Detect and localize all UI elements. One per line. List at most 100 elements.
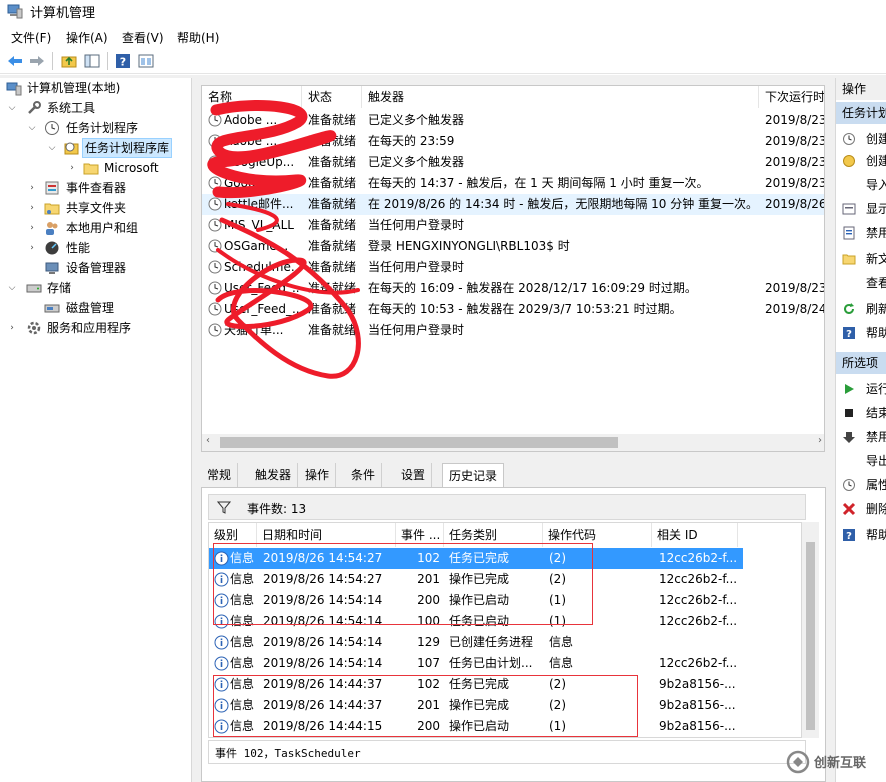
task-next-run: 2019/8/23: [765, 113, 825, 127]
menu-action[interactable]: 操作(A): [66, 29, 108, 46]
back-arrow-icon[interactable]: [5, 51, 25, 71]
action-item-label: 创建任务...: [866, 154, 886, 168]
tree-performance-label: 性能: [66, 241, 91, 255]
tab-conditions[interactable]: 条件: [345, 463, 383, 487]
history-related-id: 12cc26b2-f...: [659, 551, 738, 565]
computer-management-icon: [7, 4, 23, 19]
scroll-thumb[interactable]: [806, 542, 815, 730]
action-item[interactable]: ? 帮助: [836, 322, 886, 344]
event-detail-title: 事件 102，TaskScheduler: [215, 747, 361, 760]
redaction-scribble: [207, 100, 361, 379]
action-item-label: 帮助: [866, 326, 886, 340]
scroll-thumb[interactable]: [220, 437, 618, 448]
task-next-run: 2019/8/26: [765, 197, 825, 211]
chevron-right-icon[interactable]: ›: [26, 178, 38, 198]
history-category: 已创建任务进程: [449, 635, 534, 649]
action-item[interactable]: 创建任务...: [836, 150, 886, 172]
column-header-trigger[interactable]: 触发器: [362, 86, 759, 108]
action-item[interactable]: 导入任务...: [836, 174, 886, 196]
history-row[interactable]: 信息 2019/8/26 14:54:14 107 任务已由计划... 信息 12cc26…: [209, 653, 801, 674]
column-header-next-run[interactable]: 下次运行时: [759, 86, 824, 108]
annotation-box-2: [213, 675, 638, 737]
action-item[interactable]: 禁用: [836, 426, 886, 448]
tree-event-viewer-label: 事件查看器: [66, 181, 127, 195]
action-item-label: 新文件夹...: [866, 252, 886, 266]
menu-help[interactable]: 帮助(H): [177, 29, 219, 46]
chevron-right-icon[interactable]: ›: [26, 218, 38, 238]
history-row[interactable]: 信息 2019/8/26 14:54:14 129 已创建任务进程 信息: [209, 632, 801, 653]
action-item-label: 属性: [866, 478, 886, 492]
action-item[interactable]: 属性: [836, 474, 886, 496]
chevron-down-icon[interactable]: ⌵: [6, 98, 18, 118]
chevron-down-icon[interactable]: ⌵: [26, 118, 38, 138]
action-item[interactable]: 新文件夹...: [836, 248, 886, 270]
vertical-scrollbar[interactable]: [802, 522, 819, 738]
actions-subheader-library[interactable]: 任务计划程序库: [836, 102, 886, 124]
horizontal-scrollbar[interactable]: ‹ ›: [202, 434, 824, 451]
task-trigger: 在每天的 16:09 - 触发器在 2028/12/17 16:09:29 时过…: [368, 281, 697, 295]
watermark: 创新互联: [786, 741, 886, 782]
history-related-id: 12cc26b2-f...: [659, 593, 738, 607]
action-item[interactable]: ? 帮助: [836, 524, 886, 546]
actions-subheader-selected[interactable]: 所选项: [836, 352, 886, 374]
window-title: 计算机管理: [30, 6, 96, 21]
info-icon: [214, 635, 229, 650]
title-bar: 计算机管理: [0, 0, 886, 26]
toolbar: ?: [0, 48, 886, 74]
action-item[interactable]: 查看: [836, 272, 886, 294]
watermark-text: 创新互联: [814, 756, 867, 771]
tab-general[interactable]: 常规: [201, 463, 239, 487]
tab-actions[interactable]: 操作: [299, 463, 337, 487]
toolbar-separator: [107, 52, 108, 70]
tab-triggers[interactable]: 触发器: [249, 463, 299, 487]
history-datetime: 2019/8/26 14:54:14: [263, 635, 383, 649]
menu-view[interactable]: 查看(V): [122, 29, 164, 46]
chevron-down-icon[interactable]: ⌵: [6, 278, 18, 298]
action-item-label: 导入任务...: [866, 178, 886, 192]
scroll-left-icon[interactable]: ‹: [206, 435, 210, 446]
action-item[interactable]: 运行: [836, 378, 886, 400]
action-item[interactable]: 显示所有正在运行的任务: [836, 198, 886, 220]
action-item[interactable]: 禁用所有任务历史记录: [836, 222, 886, 244]
refresh-icon: [844, 303, 854, 314]
action-item[interactable]: 刷新: [836, 298, 886, 320]
chevron-down-icon[interactable]: ⌵: [46, 138, 58, 158]
action-item-label: 禁用所有任务历史记录: [866, 226, 886, 240]
menu-file[interactable]: 文件(F): [11, 29, 51, 46]
tree-root-label: 计算机管理(本地): [27, 81, 121, 95]
up-folder-icon[interactable]: [59, 51, 79, 71]
action-item-label: 创建基本任务...: [866, 132, 886, 146]
export-icon: [842, 454, 856, 468]
column-header-related-id[interactable]: 相关 ID: [652, 523, 738, 547]
chevron-right-icon[interactable]: ›: [66, 158, 78, 178]
console-icon[interactable]: [136, 51, 156, 71]
history-related-id: 9b2a8156-...: [659, 719, 736, 733]
chevron-right-icon[interactable]: ›: [26, 198, 38, 218]
scroll-right-icon[interactable]: ›: [818, 435, 822, 446]
show-hide-tree-icon[interactable]: [82, 51, 102, 71]
action-item-label: 运行: [866, 382, 886, 396]
action-item-label: 结束: [866, 406, 886, 420]
forward-arrow-icon[interactable]: [27, 51, 47, 71]
chevron-right-icon[interactable]: ›: [6, 318, 18, 338]
action-item[interactable]: 导出...: [836, 450, 886, 472]
tab-settings[interactable]: 设置: [395, 463, 433, 487]
chevron-right-icon[interactable]: ›: [26, 238, 38, 258]
history-datetime: 2019/8/26 14:54:14: [263, 656, 383, 670]
device-manager-icon: [45, 262, 59, 274]
help-icon[interactable]: ?: [113, 51, 133, 71]
task-next-run: 2019/8/23: [765, 176, 825, 190]
action-item[interactable]: 结束: [836, 402, 886, 424]
action-item[interactable]: 创建基本任务...: [836, 128, 886, 150]
filter-icon[interactable]: [217, 500, 231, 514]
history-event-id: 129: [417, 635, 440, 649]
properties-icon: [843, 479, 855, 491]
history-related-id: 12cc26b2-f...: [659, 614, 738, 628]
storage-icon: [26, 284, 42, 293]
tab-history[interactable]: 历史记录: [442, 463, 505, 488]
disable-history-icon: [843, 226, 855, 240]
action-item[interactable]: 删除: [836, 498, 886, 520]
history-panel: 事件数: 13 级别 日期和时间 事件 ... 任务类别 操作代码 相关 ID …: [201, 487, 826, 782]
watermark-logo-icon: [786, 750, 810, 773]
svg-text:?: ?: [120, 56, 126, 69]
